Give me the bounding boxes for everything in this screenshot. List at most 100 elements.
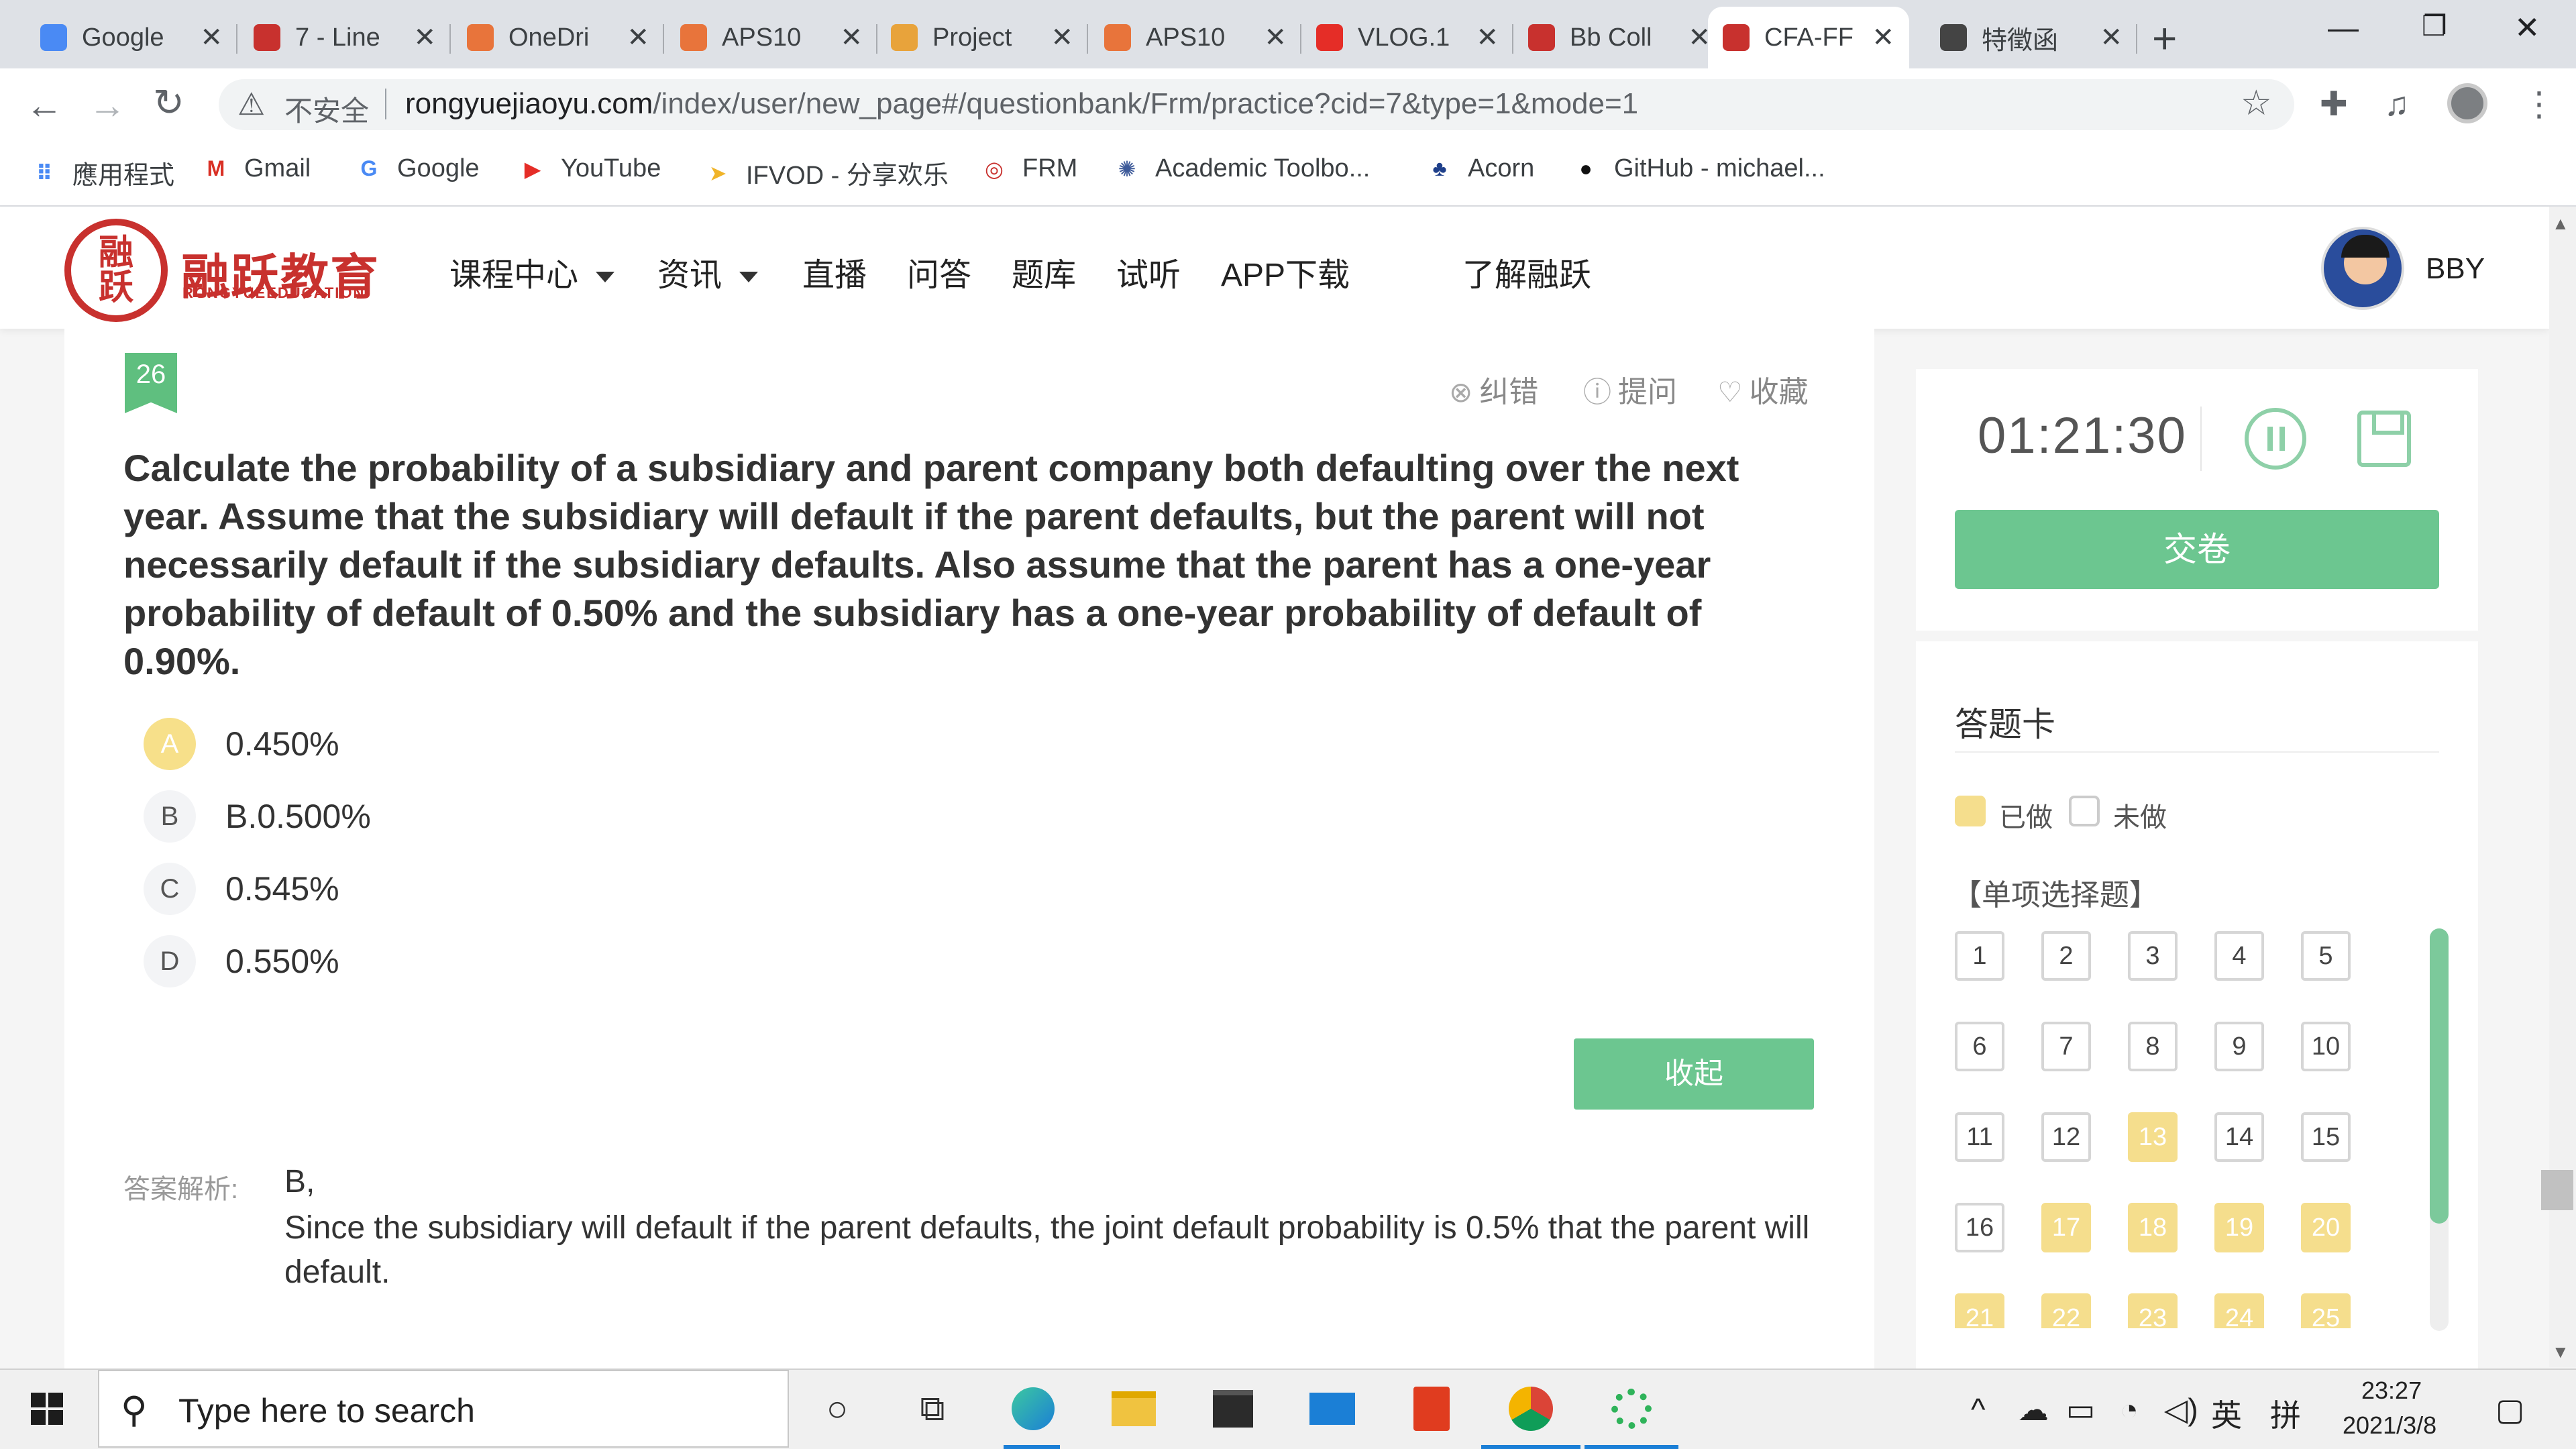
tab-close-icon[interactable]: ✕ (413, 22, 436, 53)
question-index-button[interactable]: 16 (1955, 1203, 2004, 1252)
nav-about[interactable]: 了解融跃 (1462, 248, 1591, 295)
scroll-up-arrow-icon[interactable]: ▲ (2552, 213, 2569, 234)
question-index-button[interactable]: 24 (2214, 1293, 2264, 1328)
office-icon[interactable] (1406, 1383, 1457, 1434)
tab-close-icon[interactable]: ✕ (2100, 22, 2123, 53)
submit-exam-button[interactable]: 交卷 (1955, 510, 2439, 589)
bookmark-item[interactable]: ➤ IFVOD - 分享欢乐 (704, 154, 949, 191)
minimize-button[interactable]: — (2328, 9, 2359, 46)
question-index-button[interactable]: 6 (1955, 1022, 2004, 1071)
option-d-text[interactable]: 0.550% (225, 942, 339, 981)
page-scroll-thumb[interactable] (2541, 1170, 2573, 1210)
cortana-icon[interactable]: ○ (812, 1383, 863, 1434)
question-index-button[interactable]: 7 (2041, 1022, 2091, 1071)
taskbar-search-placeholder[interactable]: Type here to search (178, 1391, 475, 1430)
media-control-icon[interactable]: ♫ (2384, 85, 2410, 123)
question-index-button[interactable]: 4 (2214, 931, 2264, 981)
bookmark-item[interactable]: ⠿ 應用程式 (31, 154, 175, 191)
collapse-button[interactable]: 收起 (1574, 1038, 1814, 1110)
ime-mode[interactable]: 拼 (2270, 1391, 2301, 1436)
back-button[interactable]: ← (25, 83, 63, 127)
browser-tab[interactable]: APS10 ✕ (665, 7, 877, 68)
browser-tab[interactable]: CFA-FF ✕ (1708, 7, 1909, 68)
nav-qa[interactable]: 问答 (907, 248, 971, 295)
question-index-button[interactable]: 11 (1955, 1112, 2004, 1162)
bookmark-item[interactable]: ▶ YouTube (519, 154, 661, 183)
question-index-button[interactable]: 8 (2128, 1022, 2178, 1071)
question-index-button[interactable]: 15 (2301, 1112, 2351, 1162)
question-index-button[interactable]: 20 (2301, 1203, 2351, 1252)
tab-close-icon[interactable]: ✕ (1688, 22, 1711, 53)
mail-icon[interactable] (1307, 1383, 1358, 1434)
security-label[interactable]: 不安全 (284, 89, 369, 129)
question-index-button[interactable]: 2 (2041, 931, 2091, 981)
option-c-badge[interactable]: C (144, 863, 196, 915)
forward-button[interactable]: → (89, 83, 126, 127)
pause-icon[interactable] (2245, 408, 2306, 470)
restore-button[interactable]: ❐ (2422, 9, 2447, 42)
browser-tab[interactable]: Project ✕ (876, 7, 1088, 68)
logo-seal[interactable]: 融跃 (64, 219, 168, 322)
nav-question-bank[interactable]: 题库 (1012, 248, 1076, 295)
volume-icon[interactable]: ◁) (2164, 1391, 2198, 1428)
question-index-button[interactable]: 10 (2301, 1022, 2351, 1071)
store-icon[interactable] (1208, 1383, 1258, 1434)
answer-card-scroll-thumb[interactable] (2430, 928, 2449, 1224)
question-index-button[interactable]: 5 (2301, 931, 2351, 981)
option-d-badge[interactable]: D (144, 935, 196, 987)
bookmark-item[interactable]: M Gmail (203, 154, 311, 183)
tab-close-icon[interactable]: ✕ (627, 22, 649, 53)
browser-tab[interactable]: VLOG.1 ✕ (1301, 7, 1513, 68)
user-avatar[interactable] (2321, 227, 2404, 310)
nav-course-center[interactable]: 课程中心 (449, 248, 615, 295)
save-icon[interactable] (2357, 411, 2411, 467)
wifi-icon[interactable]: ◔ (2120, 1391, 2139, 1428)
browser-tab[interactable]: OneDri ✕ (452, 7, 664, 68)
nav-trial[interactable]: 试听 (1116, 248, 1181, 295)
bookmark-item[interactable]: ● GitHub - michael... (1572, 154, 1825, 183)
menu-kebab-icon[interactable]: ⋮ (2522, 85, 2556, 123)
reload-button[interactable]: ↻ (153, 80, 184, 125)
clock-date[interactable]: 2021/3/8 (2343, 1411, 2436, 1440)
question-index-button[interactable]: 22 (2041, 1293, 2091, 1328)
bookmark-item[interactable]: ✺ Academic Toolbo... (1114, 154, 1371, 183)
new-tab-button[interactable]: + (2152, 13, 2177, 63)
question-index-button[interactable]: 21 (1955, 1293, 2004, 1328)
option-c-text[interactable]: 0.545% (225, 869, 339, 908)
tab-close-icon[interactable]: ✕ (1476, 22, 1499, 53)
tab-close-icon[interactable]: ✕ (1264, 22, 1287, 53)
app-ring-icon[interactable] (1606, 1383, 1657, 1434)
tab-close-icon[interactable]: ✕ (200, 22, 223, 53)
question-index-button[interactable]: 3 (2128, 931, 2178, 981)
ask-question-button[interactable]: ⓘ 提问 (1583, 368, 1677, 411)
battery-icon[interactable]: ▭ (2066, 1391, 2095, 1428)
clock-time[interactable]: 23:27 (2361, 1377, 2422, 1405)
onedrive-cloud-icon[interactable]: ☁ (2018, 1391, 2049, 1428)
browser-tab[interactable]: 特徵函 ✕ (1925, 7, 2137, 68)
option-a-badge[interactable]: A (144, 718, 196, 770)
question-index-button[interactable]: 12 (2041, 1112, 2091, 1162)
browser-tab[interactable]: Bb Coll ✕ (1513, 7, 1725, 68)
question-index-button[interactable]: 17 (2041, 1203, 2091, 1252)
scroll-down-arrow-icon[interactable]: ▼ (2552, 1342, 2569, 1362)
extensions-icon[interactable]: ✚ (2320, 85, 2348, 123)
tab-close-icon[interactable]: ✕ (840, 22, 863, 53)
warning-icon[interactable]: ⚠ (237, 86, 265, 122)
username[interactable]: BBY (2426, 252, 2485, 286)
tray-chevron-up-icon[interactable]: ^ (1971, 1391, 1986, 1428)
bookmark-item[interactable]: G Google (356, 154, 480, 183)
notification-icon[interactable]: ▢ (2496, 1391, 2524, 1428)
bookmark-star-icon[interactable]: ☆ (2241, 83, 2272, 123)
tab-close-icon[interactable]: ✕ (1872, 22, 1894, 53)
favorite-button[interactable]: ♡ 收藏 (1717, 368, 1809, 411)
option-a-text[interactable]: 0.450% (225, 724, 339, 763)
bookmark-item[interactable]: ◎ FRM (981, 154, 1077, 183)
bookmark-item[interactable]: ♣ Acorn (1426, 154, 1535, 183)
question-index-button[interactable]: 18 (2128, 1203, 2178, 1252)
nav-live[interactable]: 直播 (802, 248, 867, 295)
question-index-button[interactable]: 23 (2128, 1293, 2178, 1328)
browser-tab[interactable]: 7 - Line ✕ (239, 7, 451, 68)
nav-news[interactable]: 资讯 (657, 248, 759, 295)
report-error-button[interactable]: ⊗ 纠错 (1449, 368, 1538, 411)
option-b-text[interactable]: B.0.500% (225, 797, 371, 836)
